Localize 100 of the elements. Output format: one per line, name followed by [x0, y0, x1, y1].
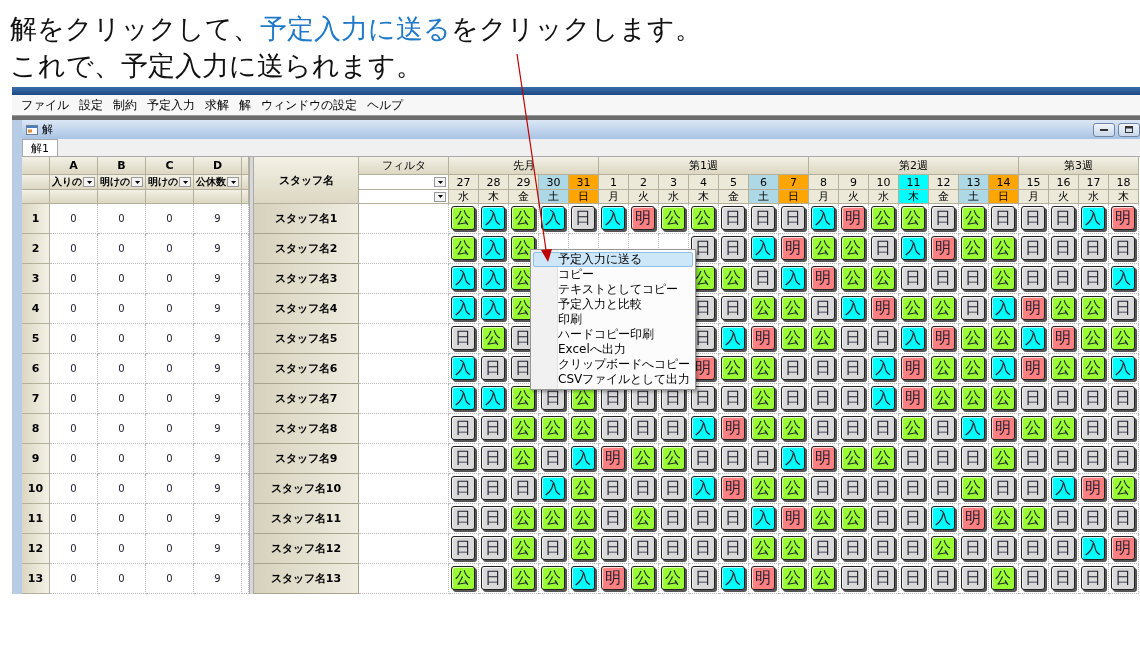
shift-chip[interactable]: 入: [990, 355, 1015, 380]
shift-chip[interactable]: 日: [780, 385, 805, 410]
shift-chip[interactable]: 明: [930, 235, 955, 260]
menu-item[interactable]: 設定: [74, 96, 108, 114]
shift-chip[interactable]: 日: [930, 475, 955, 500]
shift-chip[interactable]: 公: [450, 235, 475, 260]
shift-chip[interactable]: 日: [870, 325, 895, 350]
shift-chip[interactable]: 入: [480, 265, 505, 290]
shift-chip[interactable]: 日: [690, 535, 715, 560]
shift-chip[interactable]: 日: [780, 355, 805, 380]
shift-chip[interactable]: 公: [840, 265, 865, 290]
shift-chip[interactable]: 日: [750, 265, 775, 290]
shift-chip[interactable]: 日: [900, 445, 925, 470]
shift-chip[interactable]: 公: [780, 295, 805, 320]
shift-chip[interactable]: 明: [810, 265, 835, 290]
shift-chip[interactable]: 明: [750, 565, 775, 590]
shift-chip[interactable]: 日: [720, 205, 745, 230]
shift-chip[interactable]: 公: [660, 205, 685, 230]
shift-chip[interactable]: 日: [990, 205, 1015, 230]
shift-chip[interactable]: 入: [1110, 265, 1135, 290]
shift-chip[interactable]: 明: [1020, 295, 1045, 320]
shift-chip[interactable]: 日: [1020, 205, 1045, 230]
shift-chip[interactable]: 日: [600, 535, 625, 560]
shift-chip[interactable]: 公: [990, 385, 1015, 410]
shift-chip[interactable]: 公: [930, 535, 955, 560]
shift-chip[interactable]: 公: [840, 505, 865, 530]
shift-chip[interactable]: 日: [450, 505, 475, 530]
shift-chip[interactable]: 入: [840, 295, 865, 320]
shift-chip[interactable]: 日: [1080, 565, 1105, 590]
shift-chip[interactable]: 公: [750, 475, 775, 500]
shift-chip[interactable]: 日: [540, 445, 565, 470]
shift-chip[interactable]: 日: [870, 535, 895, 560]
shift-chip[interactable]: 公: [630, 565, 655, 590]
menu-item[interactable]: 制約: [108, 96, 142, 114]
shift-chip[interactable]: 公: [990, 565, 1015, 590]
shift-chip[interactable]: 入: [1110, 355, 1135, 380]
shift-chip[interactable]: 日: [660, 415, 685, 440]
shift-chip[interactable]: 日: [1110, 565, 1135, 590]
tab[interactable]: 解1: [22, 139, 58, 156]
menu-item[interactable]: 印刷: [533, 312, 693, 327]
shift-chip[interactable]: 公: [570, 535, 595, 560]
shift-chip[interactable]: 日: [1110, 505, 1135, 530]
shift-chip[interactable]: 日: [810, 415, 835, 440]
shift-chip[interactable]: 日: [930, 445, 955, 470]
shift-chip[interactable]: 入: [960, 415, 985, 440]
shift-chip[interactable]: 日: [1020, 445, 1045, 470]
shift-chip[interactable]: 入: [450, 385, 475, 410]
shift-chip[interactable]: 公: [570, 505, 595, 530]
shift-chip[interactable]: 公: [1050, 355, 1075, 380]
shift-chip[interactable]: 日: [480, 565, 505, 590]
shift-chip[interactable]: 日: [690, 385, 715, 410]
shift-chip[interactable]: 公: [870, 265, 895, 290]
shift-chip[interactable]: 日: [1050, 505, 1075, 530]
shift-chip[interactable]: 入: [690, 475, 715, 500]
shift-chip[interactable]: 入: [480, 385, 505, 410]
shift-chip[interactable]: 日: [960, 565, 985, 590]
dropdown-button[interactable]: [227, 177, 239, 187]
shift-chip[interactable]: 日: [480, 505, 505, 530]
shift-chip[interactable]: 日: [600, 475, 625, 500]
shift-chip[interactable]: 入: [540, 475, 565, 500]
shift-chip[interactable]: 日: [1080, 265, 1105, 290]
shift-chip[interactable]: 公: [990, 325, 1015, 350]
shift-chip[interactable]: 日: [480, 355, 505, 380]
shift-chip[interactable]: 公: [810, 505, 835, 530]
shift-chip[interactable]: 日: [720, 295, 745, 320]
shift-chip[interactable]: 日: [810, 385, 835, 410]
shift-chip[interactable]: 日: [1050, 565, 1075, 590]
shift-chip[interactable]: 公: [1080, 355, 1105, 380]
menu-item[interactable]: CSVファイルとして出力: [533, 372, 693, 387]
shift-chip[interactable]: 日: [660, 475, 685, 500]
shift-chip[interactable]: 日: [480, 535, 505, 560]
shift-chip[interactable]: 公: [720, 355, 745, 380]
shift-chip[interactable]: 公: [1020, 505, 1045, 530]
shift-chip[interactable]: 日: [480, 415, 505, 440]
shift-chip[interactable]: 明: [1020, 355, 1045, 380]
shift-chip[interactable]: 日: [990, 535, 1015, 560]
shift-chip[interactable]: 公: [960, 355, 985, 380]
shift-chip[interactable]: 日: [960, 445, 985, 470]
shift-chip[interactable]: 日: [900, 565, 925, 590]
shift-chip[interactable]: 日: [690, 445, 715, 470]
shift-chip[interactable]: 公: [900, 415, 925, 440]
shift-chip[interactable]: 入: [450, 295, 475, 320]
shift-chip[interactable]: 日: [690, 565, 715, 590]
shift-chip[interactable]: 日: [1020, 385, 1045, 410]
shift-chip[interactable]: 公: [750, 385, 775, 410]
shift-chip[interactable]: 明: [630, 205, 655, 230]
shift-chip[interactable]: 日: [1080, 235, 1105, 260]
shift-chip[interactable]: 入: [1050, 475, 1075, 500]
shift-chip[interactable]: 公: [660, 565, 685, 590]
dropdown-button[interactable]: [434, 177, 446, 187]
shift-chip[interactable]: 明: [780, 235, 805, 260]
shift-chip[interactable]: 公: [1050, 295, 1075, 320]
shift-chip[interactable]: 日: [600, 505, 625, 530]
shift-chip[interactable]: 日: [810, 355, 835, 380]
menu-item[interactable]: テキストとしてコピー: [533, 282, 693, 297]
shift-chip[interactable]: 入: [480, 205, 505, 230]
shift-chip[interactable]: 公: [510, 385, 535, 410]
shift-chip[interactable]: 公: [870, 445, 895, 470]
shift-chip[interactable]: 入: [450, 265, 475, 290]
shift-chip[interactable]: 明: [780, 505, 805, 530]
